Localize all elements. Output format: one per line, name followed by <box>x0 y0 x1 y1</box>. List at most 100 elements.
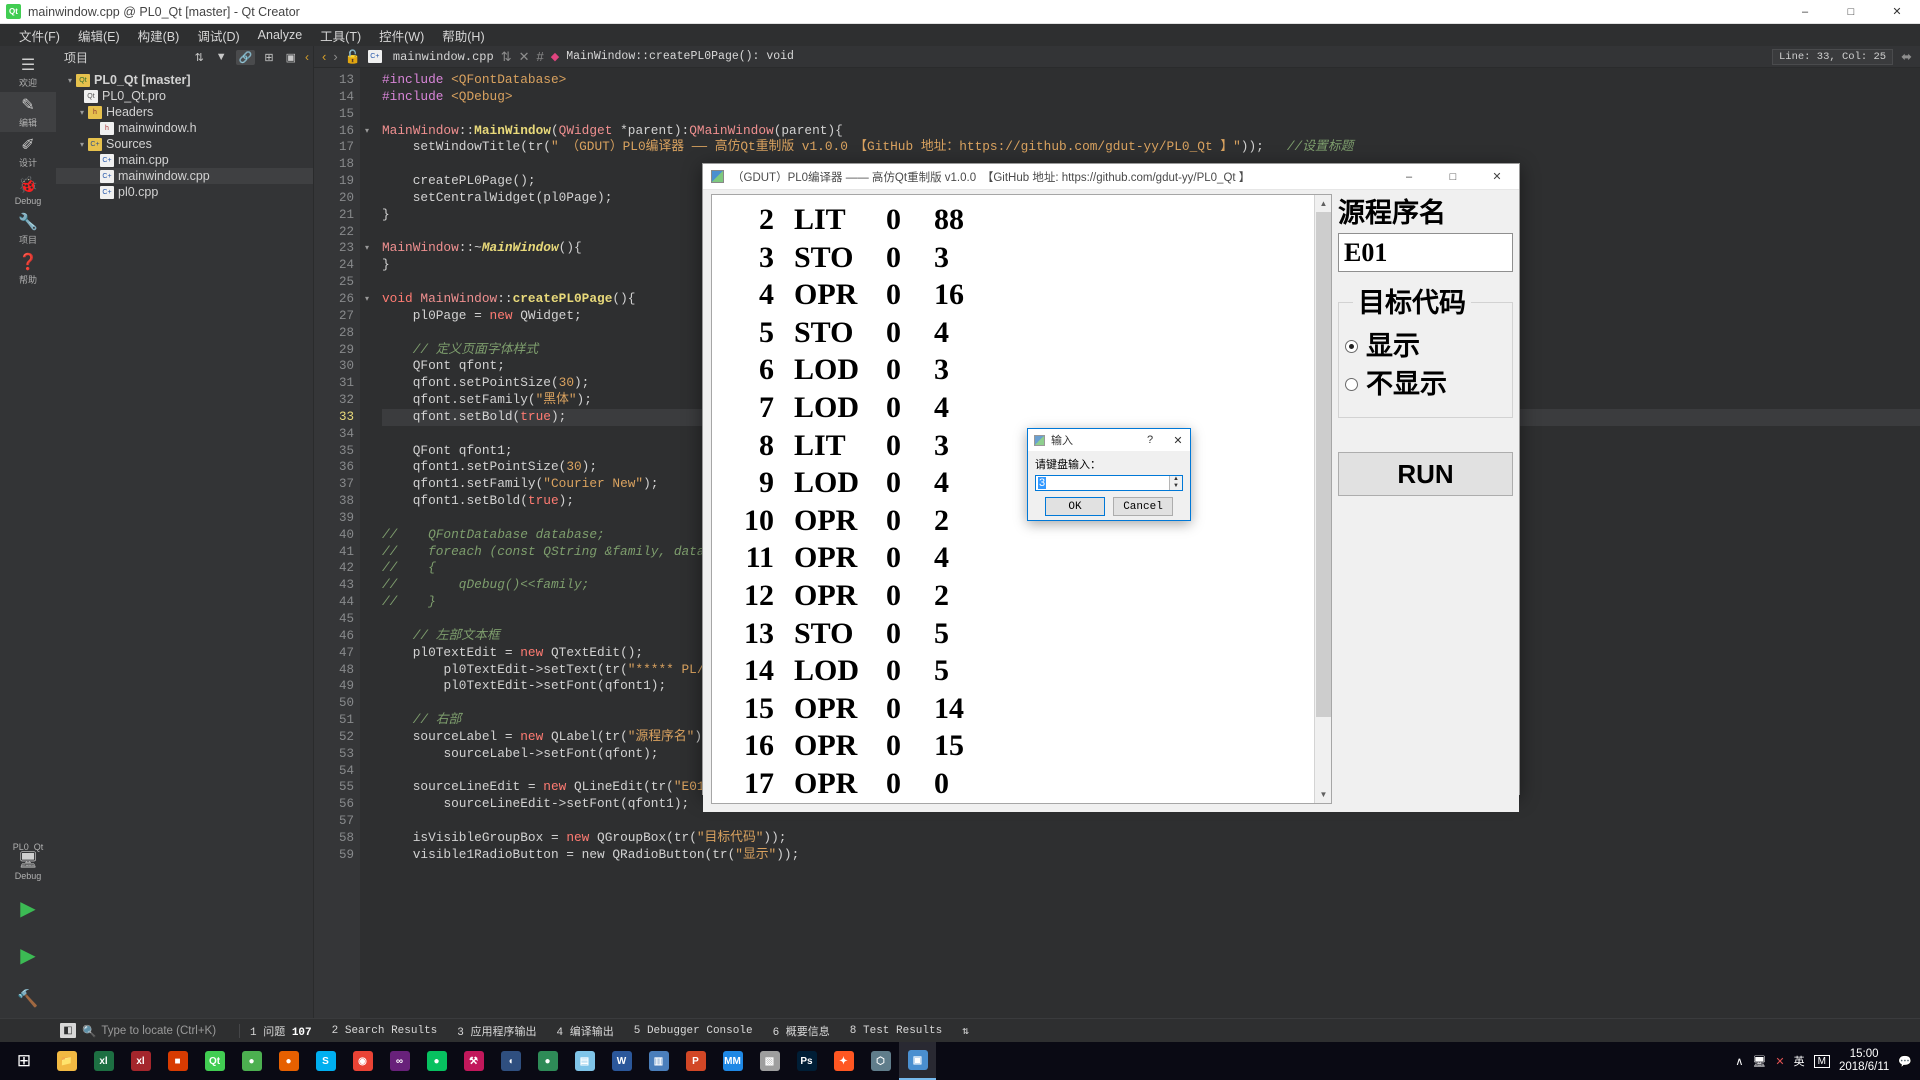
editor-icon[interactable]: ▧ <box>751 1042 788 1080</box>
notifications-icon[interactable]: 💬 <box>1898 1055 1912 1068</box>
tree-item-mainwindow-h[interactable]: h mainwindow.h <box>56 120 313 136</box>
menu-tools[interactable]: 工具(T) <box>311 24 370 47</box>
expand-editor-icon[interactable]: ⬌ <box>1901 49 1912 65</box>
file-dropdown-icon[interactable]: ⇅ <box>501 49 512 65</box>
spinbox-value-wrap[interactable]: 3 <box>1036 477 1169 489</box>
tree-item-pl0-cpp[interactable]: C+ pl0.cpp <box>56 184 313 200</box>
sync-icon[interactable]: ⇅ <box>192 50 207 65</box>
run-button[interactable]: ▶ <box>0 884 56 931</box>
help-icon[interactable]: ? <box>1140 434 1160 446</box>
tray-chevron-icon[interactable]: ∧ <box>1735 1055 1743 1068</box>
output-pane-toggle-icon[interactable]: ◧ <box>60 1023 76 1038</box>
twisty-icon[interactable]: ▾ <box>76 140 88 149</box>
output-tab-issues[interactable]: 1 问题 107 <box>240 1023 322 1039</box>
collapse-chevron-icon[interactable]: ‹ <box>305 50 309 64</box>
browser-green-icon[interactable]: ● <box>233 1042 270 1080</box>
output-tab-overview[interactable]: 6 概要信息 <box>763 1023 840 1039</box>
split-icon[interactable]: ⊞ <box>261 50 276 65</box>
close-icon[interactable]: ✕ <box>1874 0 1920 24</box>
open-file-name[interactable]: mainwindow.cpp <box>393 50 494 64</box>
twisty-icon[interactable]: ▾ <box>64 76 76 85</box>
output-tab-compile-output[interactable]: 4 编译输出 <box>547 1023 624 1039</box>
tree-item-pro-file[interactable]: Qt PL0_Qt.pro <box>56 88 313 104</box>
notepad-icon[interactable]: ▤ <box>566 1042 603 1080</box>
pl0-scrollbar[interactable]: ▲ ▼ <box>1314 195 1331 803</box>
qt-creator-icon[interactable]: Qt <box>196 1042 233 1080</box>
pdf-icon[interactable]: ▥ <box>640 1042 677 1080</box>
hash-icon[interactable]: # <box>537 49 544 64</box>
menu-build[interactable]: 构建(B) <box>129 24 189 47</box>
tree-item-headers[interactable]: ▾ h Headers <box>56 104 313 120</box>
mindmap-icon[interactable]: MM <box>714 1042 751 1080</box>
mode-design[interactable]: ✐ 设计 <box>0 132 56 172</box>
mode-edit[interactable]: ✎ 编辑 <box>0 92 56 132</box>
powerpoint-icon[interactable]: P <box>677 1042 714 1080</box>
postman-icon[interactable]: ● <box>529 1042 566 1080</box>
excel-icon[interactable]: xl <box>85 1042 122 1080</box>
tool-icon[interactable]: ⚒ <box>455 1042 492 1080</box>
tree-item-sources[interactable]: ▾ C+ Sources <box>56 136 313 152</box>
scrollbar-thumb[interactable] <box>1316 212 1331 717</box>
debug-button[interactable]: ▶ <box>0 931 56 978</box>
twisty-icon[interactable]: ▾ <box>76 108 88 117</box>
scroll-down-icon[interactable]: ▼ <box>1315 786 1332 803</box>
minimize-icon[interactable]: – <box>1782 0 1828 24</box>
navicat-icon[interactable]: ◖ <box>492 1042 529 1080</box>
radio-show-indicator[interactable] <box>1345 340 1358 353</box>
fold-marker[interactable]: ▾ <box>360 291 374 308</box>
current-symbol[interactable]: MainWindow::createPL0Page(): void <box>566 50 794 63</box>
pl0-close-icon[interactable]: ✕ <box>1475 164 1519 190</box>
mode-help[interactable]: ❓ 帮助 <box>0 249 56 289</box>
fold-marker[interactable]: ▾ <box>360 123 374 140</box>
output-pane-expand-icon[interactable]: ⇅ <box>952 1024 979 1038</box>
kit-selector[interactable]: PL0_Qt 🖥 Debug <box>0 836 56 884</box>
mode-projects[interactable]: 🔧 项目 <box>0 209 56 249</box>
painter-icon[interactable]: ✦ <box>825 1042 862 1080</box>
pl0-app-icon[interactable]: ▣ <box>899 1042 936 1080</box>
fold-marker[interactable]: ▾ <box>360 240 374 257</box>
radio-hide-indicator[interactable] <box>1345 378 1358 391</box>
pl0-maximize-icon[interactable]: □ <box>1431 164 1475 190</box>
word-icon[interactable]: W <box>603 1042 640 1080</box>
mode-debug[interactable]: 🐞 Debug <box>0 172 56 209</box>
filter-icon[interactable]: ▼ <box>213 50 230 64</box>
dialog-close-icon[interactable]: ✕ <box>1166 434 1190 447</box>
fold-gutter[interactable]: ▾ ▾ ▾ <box>360 68 374 1018</box>
output-tab-test-results[interactable]: 8 Test Results <box>840 1025 952 1037</box>
menu-file[interactable]: 文件(F) <box>10 24 69 47</box>
start-button[interactable]: ⊞ <box>0 1042 48 1080</box>
pl0-minimize-icon[interactable]: – <box>1387 164 1431 190</box>
locator-input[interactable]: 🔍 Type to locate (Ctrl+K) <box>82 1024 240 1038</box>
chrome-icon[interactable]: ◉ <box>344 1042 381 1080</box>
skype-icon[interactable]: S <box>307 1042 344 1080</box>
ime-mode-icon[interactable]: M <box>1814 1055 1830 1068</box>
wechat-icon[interactable]: ● <box>418 1042 455 1080</box>
ime-language-icon[interactable]: 英 <box>1794 1053 1805 1069</box>
maximize-icon[interactable]: □ <box>1828 0 1874 24</box>
menu-edit[interactable]: 编辑(E) <box>69 24 129 47</box>
link-icon[interactable]: 🔗 <box>236 50 256 65</box>
file-explorer-icon[interactable]: 📁 <box>48 1042 85 1080</box>
spin-up-icon[interactable]: ▲ <box>1170 476 1182 483</box>
menu-debug[interactable]: 调试(D) <box>188 24 248 47</box>
office-icon[interactable]: ■ <box>159 1042 196 1080</box>
pl0-code-output[interactable]: 2LIT0883STO034OPR0165STO046LOD037LOD048L… <box>711 194 1332 804</box>
spin-down-icon[interactable]: ▼ <box>1170 483 1182 490</box>
firefox-icon[interactable]: ● <box>270 1042 307 1080</box>
close-file-icon[interactable]: ✕ <box>519 49 530 65</box>
radio-show[interactable]: 显示 <box>1345 331 1506 361</box>
run-button[interactable]: RUN <box>1338 452 1513 496</box>
cancel-button[interactable]: Cancel <box>1113 497 1173 516</box>
output-tab-debugger-console[interactable]: 5 Debugger Console <box>624 1025 763 1037</box>
ok-button[interactable]: OK <box>1045 497 1105 516</box>
visual-studio-icon[interactable]: ∞ <box>381 1042 418 1080</box>
lock-icon[interactable]: 🔓 <box>345 49 361 65</box>
close-pane-icon[interactable]: ▣ <box>283 50 299 65</box>
monitor-icon[interactable]: 🖥 <box>1752 1055 1766 1068</box>
build-button[interactable]: 🔨 <box>0 978 56 1018</box>
mode-welcome[interactable]: ☰ 欢迎 <box>0 52 56 92</box>
photoshop-icon[interactable]: Ps <box>788 1042 825 1080</box>
source-name-input[interactable]: E01 <box>1338 233 1513 272</box>
cube-icon[interactable]: ⬡ <box>862 1042 899 1080</box>
excel2-icon[interactable]: xl <box>122 1042 159 1080</box>
